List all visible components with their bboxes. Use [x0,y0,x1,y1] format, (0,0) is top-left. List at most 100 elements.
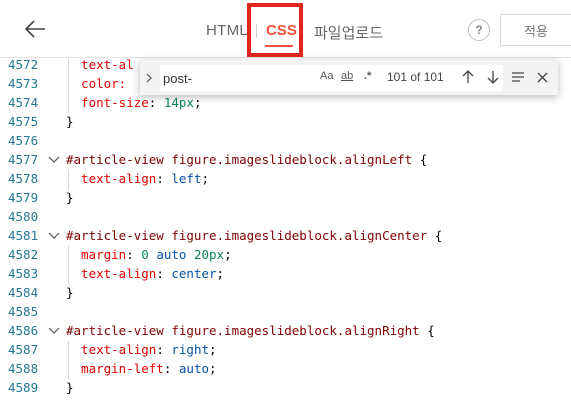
indent-guide [68,246,69,284]
code-token: 14px [163,95,194,110]
code-text: } [66,285,74,300]
use-regex-toggle[interactable]: .* [364,70,371,82]
code-text: font-size: 14px; [66,95,202,110]
code-token: } [66,380,74,395]
line-number: 4582 [8,247,39,262]
code-text: } [66,380,74,395]
code-token: right [171,342,210,357]
line-number: 4583 [8,266,39,281]
line-number: 4572 [8,59,39,72]
code-line: 4582 margin: 0 auto 20px; [0,246,571,265]
arrow-up-icon [462,70,474,83]
code-text: text-align: right; [66,342,217,357]
line-number: 4587 [8,342,39,357]
code-line: 4575} [0,113,571,132]
line-number: 4588 [8,361,39,376]
line-number: 4574 [8,95,39,110]
close-icon [537,72,547,82]
line-number: 4585 [8,304,39,319]
code-token: { [427,228,443,243]
close-find-button[interactable] [534,69,550,85]
help-icon: ? [475,23,483,37]
code-line: 4586 #article-view figure.imageslideblock… [0,322,571,341]
arrow-down-icon [487,71,499,84]
code-token: ; [193,95,202,110]
code-token: text-al [66,59,134,72]
code-token: } [66,285,74,300]
fold-chevron-icon[interactable] [47,324,61,338]
line-number: 4575 [8,114,39,129]
code-editor[interactable]: 4572 text-al 4573 color: 4574 font-size: … [0,59,571,402]
find-in-selection-icon [512,72,524,82]
code-token: : [126,247,142,262]
code-line: 4578 text-align: left; [0,170,571,189]
apply-button[interactable]: 적용 [500,14,571,46]
code-token: margin [66,247,127,262]
code-line: 4576 [0,132,571,151]
code-line: 4579} [0,189,571,208]
editor-toolbar: HTML CSS 파일업로드 ? 적용 [0,0,571,58]
code-token: margin-left [66,361,164,376]
code-token: auto [178,361,210,376]
code-token: } [66,114,74,129]
code-token: 20px [193,247,225,262]
fold-chevron-icon[interactable] [47,153,61,167]
indent-guide [68,341,69,379]
code-token: font-size [66,95,149,110]
line-number: 4578 [8,171,39,186]
code-line: 4581 #article-view figure.imageslideblock… [0,227,571,246]
code-token: : [148,95,164,110]
match-whole-word-toggle[interactable]: ab [341,70,353,82]
chevron-right-icon [146,73,152,83]
code-text: text-align: left; [66,171,209,186]
code-token: ; [216,266,225,281]
code-token: } [66,190,74,205]
code-token: left [171,171,202,186]
code-text: text-align: center; [66,266,224,281]
code-token: { [419,323,435,338]
code-token: #article-view figure.imageslideblock.ali… [66,152,413,167]
help-button[interactable]: ? [468,19,490,41]
code-token: { [412,152,428,167]
code-token: ; [209,361,217,376]
fold-chevron-icon[interactable] [47,229,61,243]
code-text: } [66,190,74,205]
code-line: 4584} [0,284,571,303]
code-text: } [66,114,74,129]
code-token: #article-view figure.imageslideblock.ali… [66,228,428,243]
code-token: ; [201,171,210,186]
match-case-toggle[interactable]: Aa [320,70,333,82]
indent-guide [68,170,69,189]
code-text: margin-left: auto; [66,361,217,376]
code-line: 4583 text-align: center; [0,265,571,284]
code-line: 4589} [0,379,571,398]
line-number: 4589 [8,380,39,395]
next-match-button[interactable] [485,69,501,85]
find-in-selection-button[interactable] [510,69,526,85]
arrow-left-icon [24,20,45,38]
code-token: 0 [141,247,149,262]
match-count: 101 of 101 [387,70,444,84]
code-line: 4590 [0,398,571,402]
code-text: #article-view figure.imageslideblock.ali… [66,152,427,167]
code-line: 4577 #article-view figure.imageslideblock… [0,151,571,170]
code-text: #article-view figure.imageslideblock.ali… [66,228,442,243]
previous-match-button[interactable] [460,69,476,85]
line-number: 4581 [8,228,39,243]
code-token: #article-view figure.imageslideblock.ali… [66,323,420,338]
code-token: color: [66,76,134,91]
line-number: 4573 [8,76,39,91]
indent-guide [68,59,69,113]
code-text: #article-view figure.imageslideblock.ali… [66,323,435,338]
code-line: 4580 [0,208,571,227]
tab-file-upload[interactable]: 파일업로드 [314,22,383,43]
code-token: : [156,171,172,186]
line-number: 4586 [8,323,39,338]
back-button[interactable] [18,12,52,46]
code-token: text-align [66,266,157,281]
code-token: : [163,361,179,376]
tab-html[interactable]: HTML [206,22,248,39]
toggle-replace-button[interactable] [142,68,156,88]
code-text: color: [66,76,134,91]
code-token: auto [148,247,194,262]
